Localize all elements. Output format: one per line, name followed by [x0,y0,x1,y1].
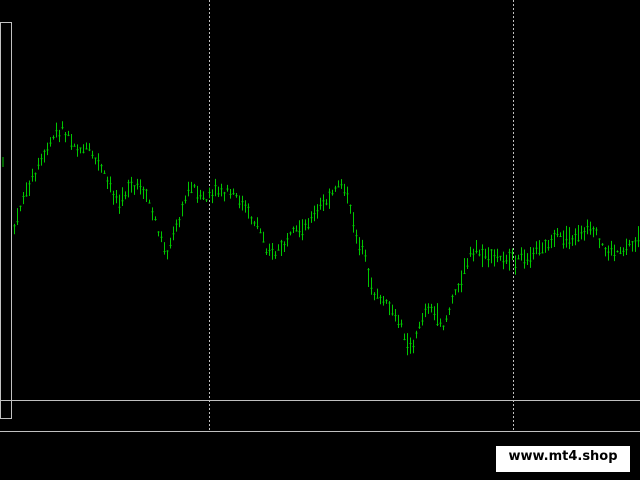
watermark-text: www.mt4.shop [508,449,618,464]
watermark-badge: www.mt4.shop [496,446,630,472]
candles-group [2,121,640,356]
price-chart[interactable]: 9:4516 Nov 09:4516 Nov 13:4516 Nov 17:45… [0,0,640,480]
chart-canvas[interactable]: 9:4516 Nov 09:4516 Nov 13:4516 Nov 17:45… [0,0,640,480]
grid-lines [209,0,514,432]
side-box-outline [0,22,12,419]
